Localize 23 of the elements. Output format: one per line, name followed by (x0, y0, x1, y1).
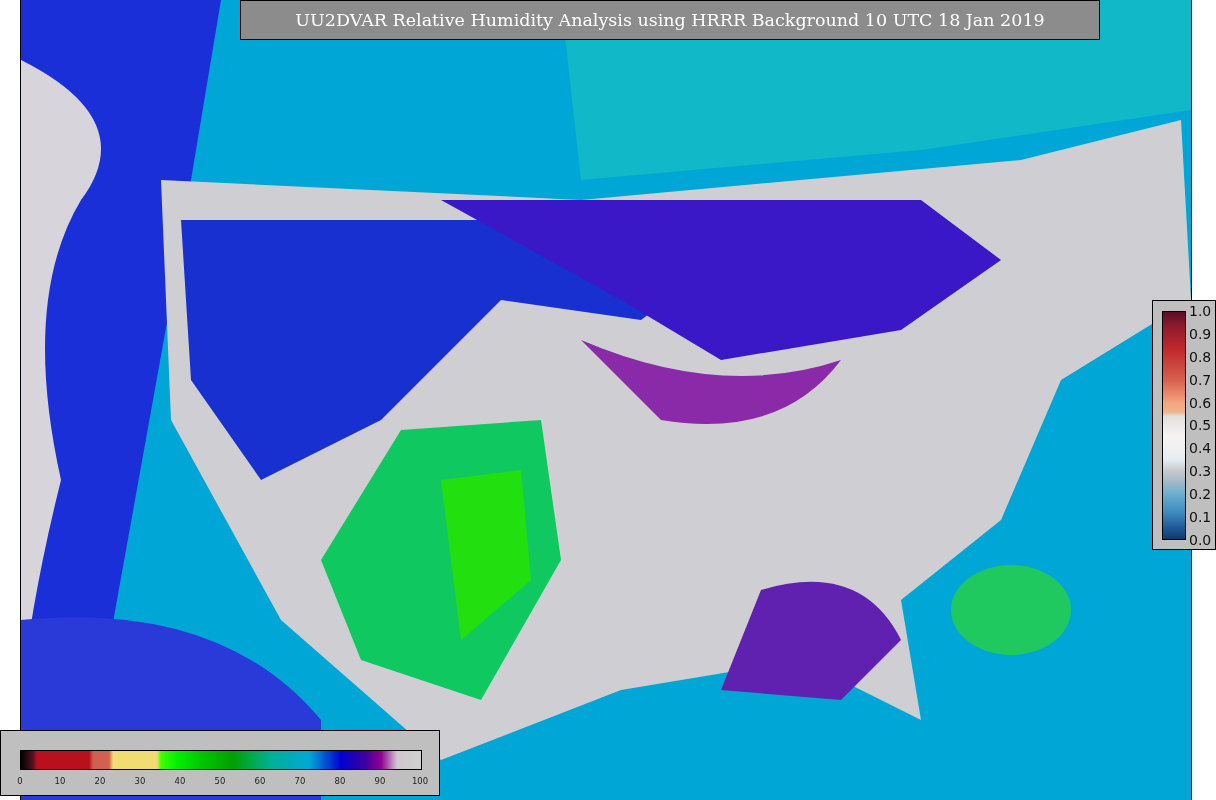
tick-label: 0.0 (1189, 530, 1212, 550)
tick-label: 60 (253, 776, 267, 786)
tick-label: 40 (173, 776, 187, 786)
tick-label: 0.4 (1189, 439, 1212, 459)
tick-label: 0.5 (1189, 416, 1212, 436)
tick-label: 0.1 (1189, 508, 1212, 527)
tick-label: 70 (293, 776, 307, 786)
tick-label: 0.6 (1189, 393, 1212, 413)
tick-label: 0.2 (1189, 485, 1212, 505)
tick-label: 10 (53, 776, 67, 786)
tick-label: 0.3 (1189, 462, 1212, 482)
tick-label: 50 (213, 776, 227, 786)
map-title: UU2DVAR Relative Humidity Analysis using HRRR Background 10 UTC 18 Jan 2019 (240, 0, 1100, 40)
tick-label: 100 (410, 776, 430, 786)
tick-label: 30 (133, 776, 147, 786)
tick-label: 0.8 (1189, 347, 1212, 367)
tick-label: 1.0 (1189, 302, 1212, 321)
tick-label: 90 (373, 776, 387, 786)
tick-label: 20 (93, 776, 107, 786)
tick-label: 0.9 (1189, 324, 1212, 344)
tick-label: 0.7 (1189, 370, 1212, 390)
tick-label: 0 (16, 776, 24, 786)
tick-label: 80 (333, 776, 347, 786)
